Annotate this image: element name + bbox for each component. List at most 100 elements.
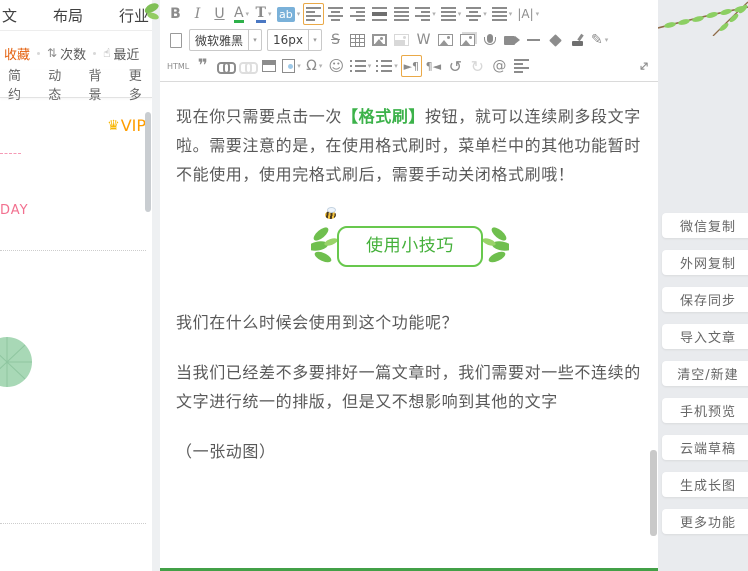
underline-button[interactable]: U <box>209 3 230 25</box>
align-center-icon <box>328 7 343 21</box>
external-copy-button[interactable]: 外网复制 <box>662 250 748 275</box>
chevron-down-icon: ▾ <box>248 30 261 50</box>
vip-label: VIP <box>121 116 146 135</box>
filter-recent[interactable]: ☝ 最近 <box>103 44 139 63</box>
paragraph: （一张动图） <box>176 437 644 466</box>
save-sync-button[interactable]: 保存同步 <box>662 287 748 312</box>
summary-button[interactable] <box>511 55 532 77</box>
phone-preview-button[interactable]: 手机预览 <box>662 398 748 423</box>
lilypad-template-thumbnail[interactable] <box>0 335 37 389</box>
import-article-button[interactable]: 导入文章 <box>662 324 748 349</box>
horizontal-rule-icon <box>527 39 540 41</box>
unlink-button[interactable] <box>236 55 257 77</box>
undo-button[interactable]: ↺ <box>445 55 466 77</box>
horizontal-rule-button[interactable] <box>523 29 544 51</box>
bold-button[interactable]: B <box>165 3 186 25</box>
highlighted-text: 【格式刷】 <box>342 107 425 126</box>
image-layers-button[interactable] <box>391 29 412 51</box>
tab-partial[interactable]: 文 <box>2 5 17 26</box>
clear-new-button[interactable]: 清空/新建 <box>662 361 748 386</box>
font-color-button[interactable]: A <box>231 3 252 25</box>
text-style-button[interactable]: T <box>253 3 274 25</box>
filter-recent-label: 最近 <box>113 44 139 63</box>
category-more[interactable]: 更多 <box>129 65 152 103</box>
align-justify-button[interactable] <box>391 3 412 25</box>
letter-spacing-button[interactable] <box>464 3 489 25</box>
crown-icon: ♛ <box>107 118 120 134</box>
text-frame-button[interactable] <box>258 55 279 77</box>
framed-image-button[interactable] <box>369 29 390 51</box>
image-icon <box>438 34 453 46</box>
link-button[interactable] <box>214 55 235 77</box>
font-family-select[interactable]: 微软雅黑 ▾ <box>189 29 262 51</box>
strikethrough-button[interactable]: S <box>325 29 346 51</box>
ordered-list-icon <box>350 59 366 73</box>
video-button[interactable] <box>501 29 522 51</box>
panel-gap <box>152 0 160 571</box>
audio-button[interactable] <box>479 29 500 51</box>
category-simple[interactable]: 简约 <box>8 65 31 103</box>
category-background[interactable]: 背景 <box>89 65 112 103</box>
highlight-button[interactable]: ab <box>275 3 302 25</box>
vip-badge[interactable]: ♛ VIP <box>107 116 146 135</box>
word-import-button[interactable]: W <box>413 29 434 51</box>
template-pink-dash-decoration <box>0 153 21 154</box>
long-image-button[interactable]: 生成长图 <box>662 472 748 497</box>
eraser-button[interactable] <box>545 29 566 51</box>
category-dynamic[interactable]: 动态 <box>48 65 71 103</box>
fullscreen-icon: ↔ <box>635 57 653 75</box>
leaves-right-decoration <box>479 224 509 264</box>
tip-title-button[interactable]: 使用小技巧 <box>337 226 483 267</box>
letter-spacing-icon <box>466 7 481 21</box>
blockquote-button[interactable]: ❞ <box>192 55 213 77</box>
align-left-button[interactable] <box>303 3 324 25</box>
letter-case-button[interactable]: |A| <box>515 3 541 25</box>
table-button[interactable] <box>347 29 368 51</box>
align-center-button[interactable] <box>325 3 346 25</box>
indent-button[interactable] <box>413 3 438 25</box>
filter-favorites[interactable]: 收藏 <box>4 44 30 63</box>
paragraph-rtl-button[interactable]: ¶◄ <box>423 55 444 77</box>
more-functions-button[interactable]: 更多功能 <box>662 509 748 534</box>
fullscreen-button[interactable]: ↔ <box>634 55 655 77</box>
editor-content-area[interactable]: 现在你只需要点击一次【格式刷】按钮，就可以连续刷多段文字啦。需要注意的是，在使用… <box>160 82 658 466</box>
toolbar-row-2: 微软雅黑 ▾ 16px ▾ S W ✎ <box>165 27 655 53</box>
video-icon <box>504 36 515 45</box>
left-panel-scrollbar[interactable] <box>145 112 151 212</box>
tab-layout[interactable]: 布局 <box>53 5 83 26</box>
format-brush-button[interactable] <box>567 29 588 51</box>
toolbar-row-3: HTML ❞ Ω ☺ ►¶ ¶◄ ↺ ↻ @ ↔ <box>165 53 655 79</box>
filter-usage-count[interactable]: ⇅ 次数 <box>47 44 86 63</box>
format-brush-icon <box>571 34 584 47</box>
container-box-button[interactable] <box>280 55 303 77</box>
editor-scrollbar[interactable] <box>650 450 657 536</box>
gallery-button[interactable] <box>457 29 478 51</box>
bullet-list-button[interactable] <box>374 55 400 77</box>
search-replace-button[interactable]: @ <box>489 55 510 77</box>
italic-button[interactable]: I <box>187 3 208 25</box>
font-family-value: 微软雅黑 <box>190 32 248 49</box>
microphone-icon <box>487 34 493 43</box>
filter-favorites-label: 收藏 <box>4 44 30 63</box>
align-right-button[interactable] <box>347 3 368 25</box>
html-source-button[interactable]: HTML <box>165 55 191 77</box>
wechat-copy-button[interactable]: 微信复制 <box>662 213 748 238</box>
link-icon <box>217 62 232 71</box>
paragraph-spacing-button[interactable] <box>490 3 515 25</box>
bullet-list-icon <box>376 59 392 73</box>
align-both-button[interactable] <box>369 3 390 25</box>
font-size-select[interactable]: 16px ▾ <box>267 29 322 51</box>
ordered-list-button[interactable] <box>348 55 374 77</box>
insert-image-button[interactable] <box>435 29 456 51</box>
special-char-button[interactable]: Ω <box>304 55 325 77</box>
emoji-button[interactable]: ☺ <box>326 55 347 77</box>
paragraph-ltr-button[interactable]: ►¶ <box>401 55 422 77</box>
indent-icon <box>415 7 430 21</box>
redo-button[interactable]: ↻ <box>467 55 488 77</box>
cloud-draft-button[interactable]: 云端草稿 <box>662 435 748 460</box>
new-doc-button[interactable] <box>165 29 186 51</box>
left-panel-tabs: 文 布局 行业 <box>0 0 152 31</box>
line-height-button[interactable] <box>439 3 464 25</box>
magic-wand-button[interactable]: ✎ <box>589 29 610 51</box>
editor-toolbar: B I U A T ab |A| 微软雅黑 ▾ 16px <box>160 0 658 82</box>
